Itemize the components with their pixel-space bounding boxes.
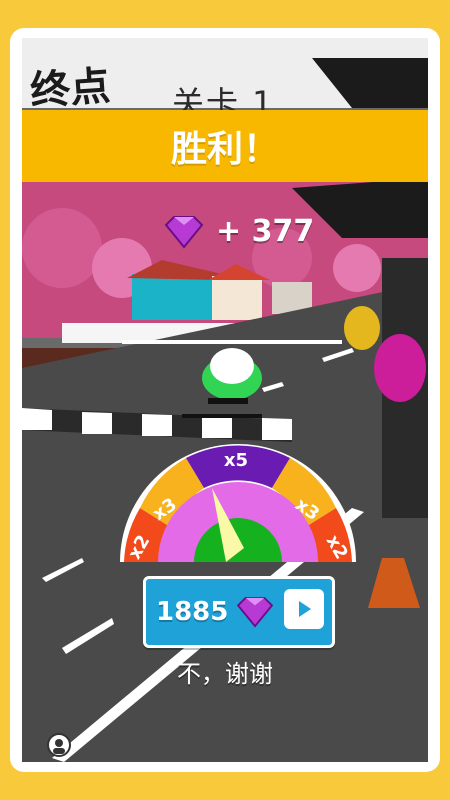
multiplier-meter: x5 x3 x3 x2 x2 xyxy=(116,436,360,566)
play-icon xyxy=(284,589,324,629)
claim-reward-button[interactable]: 1885 xyxy=(143,576,335,648)
reward-amount: + 377 xyxy=(162,214,314,249)
reward-text: + 377 xyxy=(216,214,315,249)
claim-amount: 1885 xyxy=(156,597,229,627)
game-card: 终点 关卡 1 胜利！ + 377 x5 x3 x3 x2 x2 1885 不，… xyxy=(10,28,440,772)
yellow-frame: 终点 关卡 1 胜利！ + 377 x5 x3 x3 x2 x2 1885 不，… xyxy=(0,0,450,800)
gem-icon xyxy=(164,215,204,249)
no-thanks-button[interactable]: 不，谢谢 xyxy=(22,654,428,689)
finish-label: 终点 xyxy=(28,63,112,115)
game-scene: 终点 关卡 1 胜利！ + 377 x5 x3 x3 x2 x2 1885 不，… xyxy=(22,38,428,762)
segment-label-x5: x5 xyxy=(224,450,248,471)
gem-icon xyxy=(237,596,274,628)
victory-banner: 胜利！ xyxy=(22,110,428,182)
multiplier-gauge: x5 x3 x3 x2 x2 xyxy=(120,444,356,563)
victory-title: 胜利！ xyxy=(170,129,279,170)
profile-icon[interactable] xyxy=(46,732,72,758)
